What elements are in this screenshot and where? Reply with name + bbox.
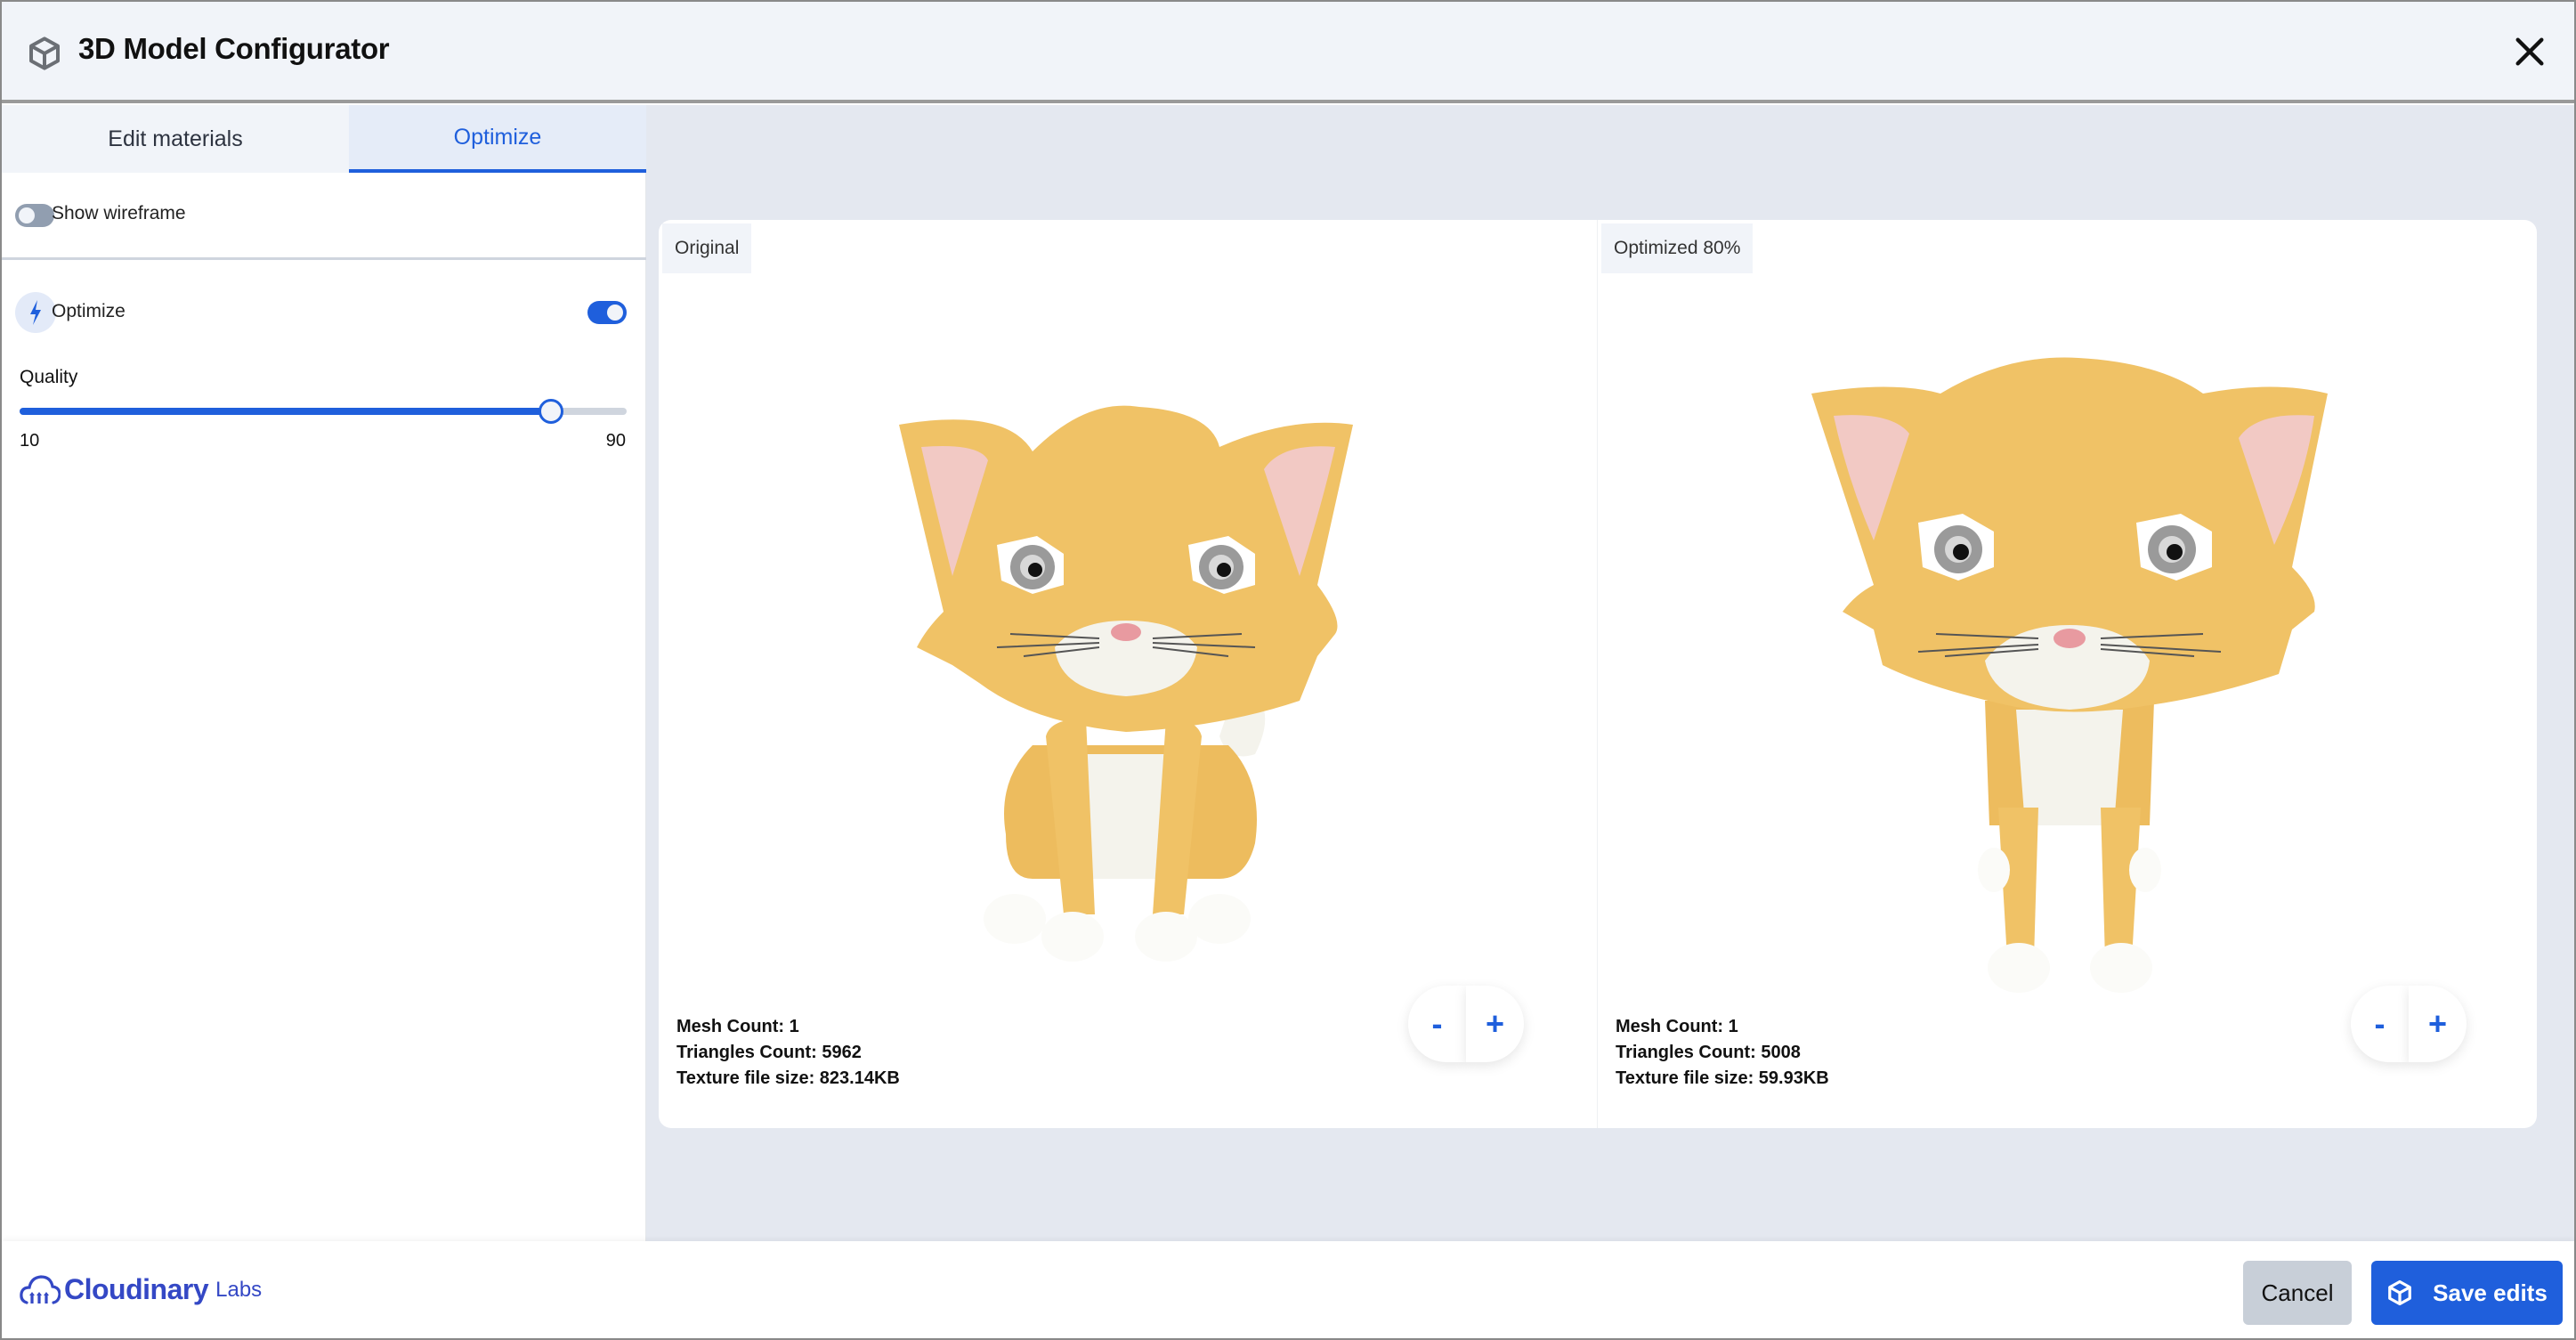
- texture-size: Texture file size: 59.93KB: [1616, 1068, 1829, 1088]
- save-edits-label: Save edits: [2433, 1279, 2548, 1306]
- original-label: Original: [662, 223, 752, 273]
- dialog-footer: Cloudinary Labs Cancel Save edits: [2, 1241, 2574, 1338]
- optimize-row: Optimize: [2, 283, 646, 363]
- dialog-header: 3D Model Configurator: [2, 2, 2574, 103]
- slider-thumb[interactable]: [538, 399, 563, 424]
- slider-fill: [20, 408, 551, 415]
- original-zoom-controls: - +: [1408, 986, 1524, 1062]
- optimize-toggle[interactable]: [587, 301, 627, 324]
- optimized-stats: Mesh Count: 1 Triangles Count: 5008 Text…: [1616, 1014, 1829, 1092]
- show-wireframe-row: Show wireframe: [2, 173, 646, 260]
- preview-area: Original Mesh Count: 1 Triangles Count: …: [646, 105, 2574, 1241]
- tab-optimize[interactable]: Optimize: [349, 105, 646, 173]
- toggle-knob: [19, 207, 35, 223]
- tab-bar: Edit materials Optimize: [2, 105, 646, 173]
- optimized-zoom-controls: - +: [2351, 986, 2467, 1062]
- sidebar: Edit materials Optimize Show wireframe O…: [2, 105, 646, 1241]
- original-pane[interactable]: Original Mesh Count: 1 Triangles Count: …: [659, 220, 1598, 1128]
- dialog-title: 3D Model Configurator: [78, 32, 390, 65]
- cat-model-original[interactable]: [881, 380, 1380, 986]
- optimized-pane[interactable]: Optimized 80% Mesh Count: 1 Triangles Co…: [1598, 220, 2537, 1128]
- optimize-icon-badge: [15, 292, 56, 333]
- tab-edit-materials[interactable]: Edit materials: [2, 105, 349, 173]
- save-edits-button[interactable]: Save edits: [2371, 1261, 2563, 1325]
- zoom-out-button[interactable]: -: [1408, 986, 1466, 1062]
- triangles-count: Triangles Count: 5962: [676, 1043, 862, 1062]
- zoom-in-button[interactable]: +: [1466, 986, 1524, 1062]
- slider-min-label: 10: [20, 431, 40, 451]
- mesh-count: Mesh Count: 1: [676, 1017, 799, 1036]
- cloudinary-labs-logo: Cloudinary Labs: [20, 1273, 262, 1306]
- mesh-count: Mesh Count: 1: [1616, 1017, 1738, 1036]
- cancel-button[interactable]: Cancel: [2243, 1261, 2352, 1325]
- brand-name: Cloudinary: [64, 1273, 209, 1305]
- optimize-label: Optimize: [52, 301, 126, 321]
- toggle-knob: [607, 305, 623, 321]
- optimized-label: Optimized 80%: [1601, 223, 1754, 273]
- model-comparison-viewer: Original Mesh Count: 1 Triangles Count: …: [659, 220, 2537, 1128]
- slider-max-label: 90: [605, 431, 626, 451]
- lightning-icon: [30, 300, 41, 325]
- cat-model-optimized[interactable]: [1794, 345, 2345, 1003]
- quality-slider[interactable]: [20, 399, 627, 426]
- close-icon[interactable]: [2512, 34, 2548, 69]
- original-stats: Mesh Count: 1 Triangles Count: 5962 Text…: [676, 1014, 900, 1092]
- cube-icon: [2388, 1279, 2412, 1306]
- zoom-out-button[interactable]: -: [2351, 986, 2409, 1062]
- show-wireframe-toggle[interactable]: [15, 204, 54, 227]
- triangles-count: Triangles Count: 5008: [1616, 1043, 1801, 1062]
- quality-label: Quality: [20, 367, 78, 387]
- zoom-in-button[interactable]: +: [2409, 986, 2467, 1062]
- show-wireframe-label: Show wireframe: [52, 203, 186, 223]
- texture-size: Texture file size: 823.14KB: [676, 1068, 900, 1088]
- brand-suffix: Labs: [215, 1277, 263, 1302]
- cube-icon: [29, 37, 60, 70]
- cloudinary-cloud-icon: [20, 1274, 61, 1304]
